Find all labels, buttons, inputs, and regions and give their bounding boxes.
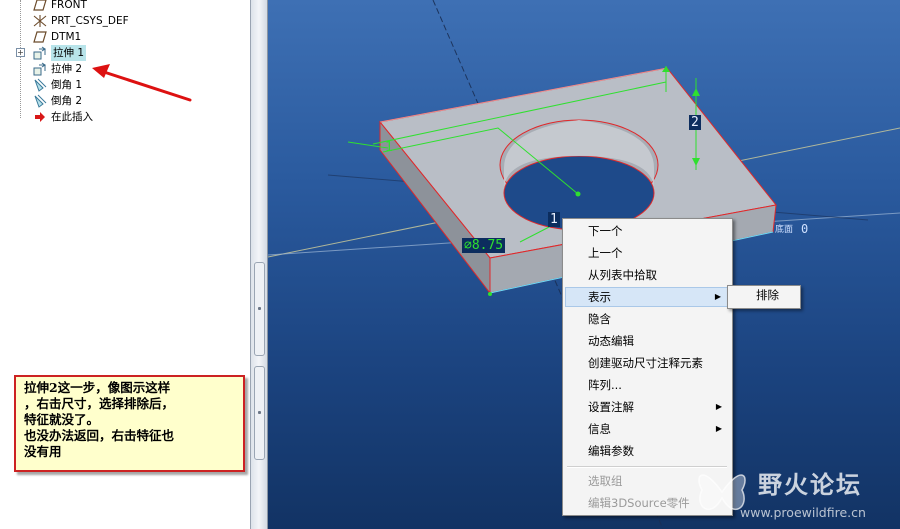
submenu-arrow-icon: ▶ <box>714 292 721 301</box>
dimension-vertical[interactable]: 2 <box>689 115 701 130</box>
menu-item-previous[interactable]: 上一个 <box>565 243 730 263</box>
menu-item-set-annotation[interactable]: 设置注解 ▶ <box>565 397 730 417</box>
annotation-note: 拉伸2这一步，像图示这样 ，右击尺寸，选择排除后， 特征就没了。 也没办法返回，… <box>14 375 245 472</box>
submenu-arrow-icon: ▶ <box>715 402 722 411</box>
represent-submenu: 排除 <box>727 285 801 309</box>
menu-item-suppress[interactable]: 隐含 <box>565 309 730 329</box>
menu-item-create-driven-dimension[interactable]: 创建驱动尺寸注释元素 <box>565 353 730 373</box>
menu-item-label: 信息 <box>588 422 611 436</box>
dimension-left[interactable]: 1 <box>383 140 395 155</box>
submenu-arrow-icon: ▶ <box>715 424 722 433</box>
note-line: 没有用 <box>24 444 62 459</box>
menu-item-next[interactable]: 下一个 <box>565 221 730 241</box>
menu-item-exclude[interactable]: 排除 <box>730 287 796 305</box>
watermark-url: www.proewildfire.cn <box>740 505 866 520</box>
menu-item-dynamic-edit[interactable]: 动态编辑 <box>565 331 730 351</box>
menu-item-edit-parameters[interactable]: 编辑参数 <box>565 441 730 461</box>
forum-watermark: 野火论坛 www.proewildfire.cn <box>690 462 895 524</box>
note-line: 也没办法返回，右击特征也 <box>24 428 175 443</box>
note-line: 拉伸2这一步，像图示这样 <box>24 380 171 395</box>
menu-item-label: 设置注解 <box>588 400 634 414</box>
datum-label-value: 0 <box>801 222 809 236</box>
annotation-arrow <box>92 64 192 102</box>
pane-splitter[interactable] <box>251 0 268 529</box>
menu-item-info[interactable]: 信息 ▶ <box>565 419 730 439</box>
splitter-grip[interactable] <box>254 366 265 460</box>
menu-item-pattern[interactable]: 阵列... <box>565 375 730 395</box>
dimension-diameter[interactable]: ∅8.75 <box>462 238 506 253</box>
menu-item-pick-from-list[interactable]: 从列表中拾取 <box>565 265 730 285</box>
menu-item-represent[interactable]: 表示 ▶ <box>565 287 730 307</box>
note-line: 特征就没了。 <box>24 412 100 427</box>
dimension-hidden[interactable]: 1 <box>548 212 560 227</box>
note-line: ，右击尺寸，选择排除后， <box>24 396 175 411</box>
datum-label: 底面 <box>775 225 794 235</box>
menu-item-label: 表示 <box>588 290 611 304</box>
model-tree-pane: FRONT PRT_CSYS_DEF DTM1 + 拉伸 1 拉伸 2 倒角 1… <box>0 0 251 529</box>
watermark-title: 野火论坛 <box>758 471 862 499</box>
splitter-grip[interactable] <box>254 262 265 356</box>
